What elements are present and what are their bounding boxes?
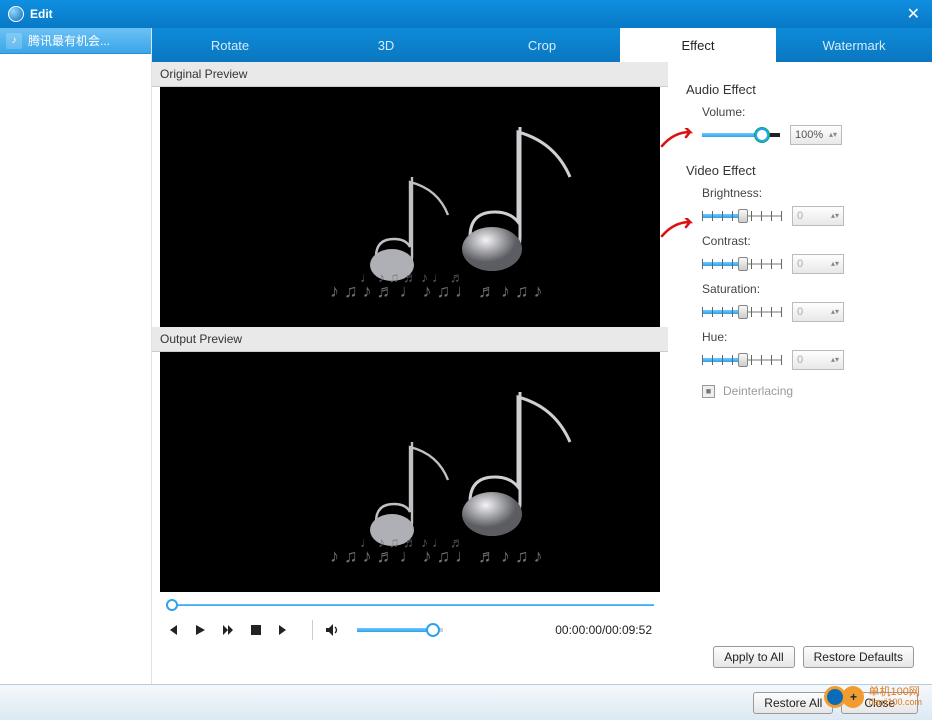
tab-effect[interactable]: Effect <box>620 28 776 62</box>
brightness-slider[interactable] <box>702 211 782 221</box>
contrast-label: Contrast: <box>702 234 914 248</box>
hue-value-input[interactable]: 0 ▴▾ <box>792 350 844 370</box>
player-volume-slider[interactable] <box>357 628 443 632</box>
spinner-arrows-icon[interactable]: ▴▾ <box>829 132 837 138</box>
hue-knob[interactable] <box>738 353 748 367</box>
spinner-arrows-icon[interactable]: ▴▾ <box>831 357 839 363</box>
preview-image: ♪ ♫ ♪ ♬ ♩ ♪ ♫ ♩ ♬ ♪ ♫ ♪ ♩ ♪ ♫ ♬ ♪ ♩ ♬ <box>160 87 660 327</box>
deinterlacing-checkbox[interactable]: ■ <box>702 385 715 398</box>
close-icon[interactable]: ✕ <box>903 4 924 24</box>
tab-watermark[interactable]: Watermark <box>776 28 932 62</box>
hue-slider[interactable] <box>702 355 782 365</box>
brightness-label: Brightness: <box>702 186 914 200</box>
main-panel: Rotate 3D Crop Effect Watermark Original… <box>152 28 932 720</box>
time-display: 00:00:00/00:09:52 <box>555 623 652 637</box>
fast-forward-button[interactable] <box>218 620 238 640</box>
prev-button[interactable] <box>162 620 182 640</box>
preview-column: Original Preview <box>152 62 668 720</box>
preview-image: ♪ ♫ ♪ ♬ ♩ ♪ ♫ ♩ ♬ ♪ ♫ ♪ ♩ ♪ ♫ ♬ ♪ ♩ ♬ <box>160 352 660 592</box>
titlebar: Edit ✕ <box>0 0 932 28</box>
volume-label: Volume: <box>702 105 914 119</box>
seek-slider[interactable] <box>166 600 654 610</box>
volume-knob[interactable] <box>755 128 769 142</box>
video-effect-section: Video Effect <box>686 163 914 178</box>
svg-text:♩ ♪ ♫ ♬ ♪ ♩ ♬: ♩ ♪ ♫ ♬ ♪ ♩ ♬ <box>360 269 464 285</box>
volume-value: 100% <box>795 129 823 141</box>
svg-text:♩ ♪ ♫ ♬ ♪ ♩ ♬: ♩ ♪ ♫ ♬ ♪ ♩ ♬ <box>360 534 464 550</box>
bottom-bar: Restore All Close <box>0 684 932 720</box>
brightness-value: 0 <box>797 210 803 222</box>
file-item-label: 腾讯最有机会... <box>28 32 110 49</box>
spinner-arrows-icon[interactable]: ▴▾ <box>831 213 839 219</box>
button-label: Restore All <box>764 696 822 710</box>
apply-to-all-button[interactable]: Apply to All <box>713 646 794 668</box>
contrast-slider[interactable] <box>702 259 782 269</box>
deinterlacing-checkbox-row[interactable]: ■ Deinterlacing <box>702 384 914 398</box>
volume-value-input[interactable]: 100% ▴▾ <box>790 125 842 145</box>
contrast-value: 0 <box>797 258 803 270</box>
tab-3d[interactable]: 3D <box>308 28 464 62</box>
original-preview-header: Original Preview <box>152 62 668 87</box>
output-preview-header: Output Preview <box>152 327 668 352</box>
button-label: Apply to All <box>724 650 783 664</box>
file-list-sidebar: ♪ 腾讯最有机会... <box>0 28 152 720</box>
saturation-value: 0 <box>797 306 803 318</box>
volume-icon[interactable] <box>323 620 343 640</box>
play-button[interactable] <box>190 620 210 640</box>
saturation-label: Saturation: <box>702 282 914 296</box>
tab-label: Crop <box>528 38 556 53</box>
player-volume-knob[interactable] <box>426 623 440 637</box>
file-list-item[interactable]: ♪ 腾讯最有机会... <box>0 28 151 54</box>
button-label: Restore Defaults <box>814 650 903 664</box>
button-label: Close <box>864 696 895 710</box>
audio-effect-section: Audio Effect <box>686 82 914 97</box>
hue-label: Hue: <box>702 330 914 344</box>
contrast-value-input[interactable]: 0 ▴▾ <box>792 254 844 274</box>
tab-label: 3D <box>378 38 395 53</box>
stop-button[interactable] <box>246 620 266 640</box>
original-preview-canvas: ♪ ♫ ♪ ♬ ♩ ♪ ♫ ♩ ♬ ♪ ♫ ♪ ♩ ♪ ♫ ♬ ♪ ♩ ♬ <box>160 87 660 327</box>
tab-label: Watermark <box>822 38 885 53</box>
saturation-knob[interactable] <box>738 305 748 319</box>
restore-defaults-button[interactable]: Restore Defaults <box>803 646 914 668</box>
output-preview-canvas: ♪ ♫ ♪ ♬ ♩ ♪ ♫ ♩ ♬ ♪ ♫ ♪ ♩ ♪ ♫ ♬ ♪ ♩ ♬ <box>160 352 660 592</box>
player-bar: 00:00:00/00:09:52 <box>152 592 668 646</box>
separator <box>312 620 313 640</box>
tab-rotate[interactable]: Rotate <box>152 28 308 62</box>
saturation-slider[interactable] <box>702 307 782 317</box>
effects-panel: Audio Effect Volume: 100% ▴▾ Video Effec… <box>668 62 932 720</box>
brightness-value-input[interactable]: 0 ▴▾ <box>792 206 844 226</box>
tab-label: Effect <box>681 38 714 53</box>
saturation-value-input[interactable]: 0 ▴▾ <box>792 302 844 322</box>
contrast-knob[interactable] <box>738 257 748 271</box>
tab-bar: Rotate 3D Crop Effect Watermark <box>152 28 932 62</box>
spinner-arrows-icon[interactable]: ▴▾ <box>831 309 839 315</box>
restore-all-button[interactable]: Restore All <box>753 692 833 714</box>
volume-slider[interactable] <box>702 133 780 137</box>
seek-knob[interactable] <box>166 599 178 611</box>
brightness-knob[interactable] <box>738 209 748 223</box>
close-button[interactable]: Close <box>841 692 918 714</box>
hue-value: 0 <box>797 354 803 366</box>
deinterlacing-label: Deinterlacing <box>723 384 793 398</box>
window-title: Edit <box>30 7 53 21</box>
music-file-icon: ♪ <box>6 33 22 49</box>
next-button[interactable] <box>274 620 294 640</box>
app-icon <box>8 6 24 22</box>
tab-crop[interactable]: Crop <box>464 28 620 62</box>
effect-panel-buttons: Apply to All Restore Defaults <box>713 646 914 668</box>
tab-label: Rotate <box>211 38 249 53</box>
spinner-arrows-icon[interactable]: ▴▾ <box>831 261 839 267</box>
